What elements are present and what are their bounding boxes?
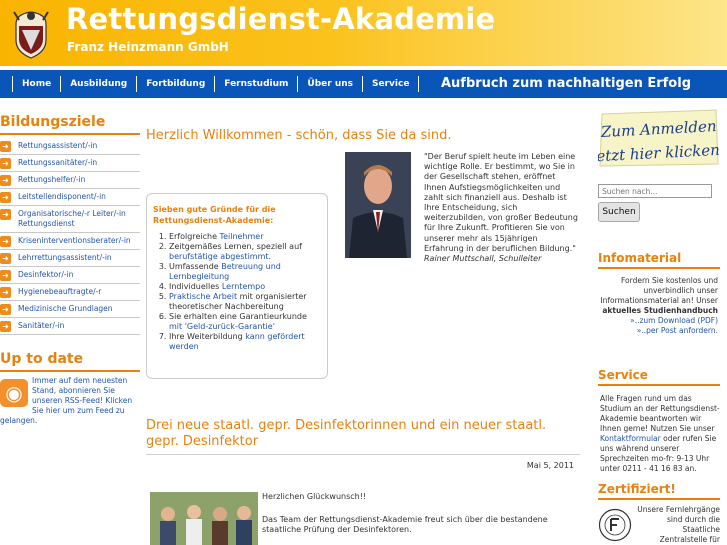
news-title[interactable]: Drei neue staatl. gepr. Desinfektorinnen…: [146, 418, 580, 455]
arrow-right-icon: ➜: [0, 141, 11, 152]
list-item[interactable]: ➜ Leitstellendisponent/-in: [0, 189, 140, 206]
nav-item-ausbildung[interactable]: Ausbildung: [60, 76, 136, 92]
info-bold: aktuelles Studienhandbuch: [602, 306, 718, 315]
cert-heading: Zertifiziert!: [598, 482, 720, 500]
list-item-label[interactable]: Kriseninterventionsberater/-in: [18, 236, 131, 245]
list-item[interactable]: ➜ Rettungsassistent/-in: [0, 138, 140, 155]
list-item-label[interactable]: Lehrrettungsassistent/-in: [18, 253, 112, 262]
left-sidebar: Bildungsziele ➜ Rettungsassistent/-in ➜ Re…: [0, 112, 140, 426]
list-item[interactable]: ➜ Organisatorische/-r Leiter/-in Rettungs…: [0, 206, 140, 233]
arrow-right-icon: ➜: [0, 287, 11, 298]
education-heading: Bildungsziele: [0, 112, 140, 135]
contact-form-link[interactable]: Kontaktformular: [600, 434, 661, 443]
list-item[interactable]: ➜ Desinfektor/-in: [0, 267, 140, 284]
list-item[interactable]: ➜ Sanitäter/-in: [0, 318, 140, 335]
nav-item-fernstudium[interactable]: Fernstudium: [214, 76, 297, 92]
site-subtitle: Franz Heinzmann GmbH: [67, 40, 229, 54]
education-list: ➜ Rettungsassistent/-in ➜ Rettungssanitäte…: [0, 138, 140, 335]
nav-item-service[interactable]: Service: [362, 76, 420, 92]
arrow-right-icon: ➜: [0, 236, 11, 247]
cert-block: Unsere Fernlehrgänge sind durch die Staa…: [598, 505, 720, 545]
service-text: Alle Fragen rund um das Studium an der R…: [600, 394, 720, 473]
list-item-label[interactable]: Medizinische Grundlagen: [18, 304, 113, 313]
quote-text: "Der Beruf spielt heute im Leben eine wi…: [424, 152, 578, 253]
post-request-link[interactable]: »..per Post anfordern.: [637, 326, 718, 335]
list-item: Zeitgemäßes Lernen, speziell auf berufst…: [169, 242, 321, 262]
rss-box: ◉ Immer auf dem neuesten Stand, abonnier…: [0, 376, 140, 426]
list-item[interactable]: ➜ Rettungshelfer/-in: [0, 172, 140, 189]
arrow-right-icon: ➜: [0, 209, 11, 220]
list-item-label[interactable]: Rettungssanitäter/-in: [18, 158, 97, 167]
search-input[interactable]: [598, 184, 712, 198]
news-paragraph: Herzlichen Glückwunsch!!: [262, 492, 367, 501]
news-photo: [150, 492, 258, 545]
arrow-right-icon: ➜: [0, 253, 11, 264]
list-item: Sie erhalten eine Garantieurkunde mit 'G…: [169, 312, 321, 332]
list-item-label[interactable]: Rettungshelfer/-in: [18, 175, 85, 184]
list-item: Ihre Weiterbildung kann gefördert werden: [169, 332, 321, 352]
site-title[interactable]: Rettungsdienst-Akademie: [66, 2, 495, 36]
list-item-label[interactable]: Rettungsassistent/-in: [18, 141, 97, 150]
page-title: Herzlich Willkommen - schön, dass Sie da…: [146, 128, 452, 143]
arrow-right-icon: ➜: [0, 192, 11, 203]
news-paragraph: Das Team der Rettungsdienst-Akademie fre…: [262, 515, 548, 534]
arrow-right-icon: ➜: [0, 304, 11, 315]
reasons-box: Sieben gute Gründe für die Rettungsdiens…: [146, 193, 328, 379]
coat-of-arms-icon[interactable]: [10, 6, 52, 60]
news-date: Mai 5, 2011: [526, 461, 574, 470]
certification-seal-icon: [598, 508, 632, 542]
arrow-right-icon: ➜: [0, 270, 11, 281]
arrow-right-icon: ➜: [0, 158, 11, 169]
list-item[interactable]: ➜ Lehrrettungsassistent/-in: [0, 250, 140, 267]
list-item-label[interactable]: Organisatorische/-r Leiter/-in Rettungsd…: [18, 209, 126, 228]
list-item: Praktische Arbeit mit organisierter theo…: [169, 292, 321, 312]
arrow-right-icon: ➜: [0, 175, 11, 186]
quote-author: Rainer Muttschall, Schulleiter: [424, 254, 542, 264]
nav-item-home[interactable]: Home: [12, 76, 60, 92]
service-heading: Service: [598, 368, 720, 386]
nav-slogan: Aufbruch zum nachhaltigen Erfolg: [440, 76, 691, 91]
download-link[interactable]: »..zum Download (PDF): [630, 316, 718, 325]
search-button[interactable]: Suchen: [598, 202, 640, 222]
list-item-label[interactable]: Leitstellendisponent/-in: [18, 192, 106, 201]
info-heading: Infomaterial: [598, 251, 720, 269]
list-item: Individuelles Lerntempo: [169, 282, 321, 292]
nav-item-ueber-uns[interactable]: Über uns: [297, 76, 362, 92]
portrait-photo: [345, 152, 411, 258]
rss-icon[interactable]: ◉: [0, 379, 28, 407]
signup-banner[interactable]: Zum Anmelden jetzt hier klicken!: [598, 108, 720, 168]
info-text: Fordern Sie kostenlos und unverbindlich …: [600, 276, 718, 335]
list-item-label[interactable]: Hygienebeauftragte/-r: [18, 287, 101, 296]
list-item[interactable]: ➜ Rettungssanitäter/-in: [0, 155, 140, 172]
list-item[interactable]: ➜ Medizinische Grundlagen: [0, 301, 140, 318]
list-item: Erfolgreiche Teilnehmer: [169, 232, 321, 242]
reasons-list: Erfolgreiche Teilnehmer Zeitgemäßes Lern…: [153, 232, 321, 352]
nav-item-fortbildung[interactable]: Fortbildung: [136, 76, 214, 92]
arrow-right-icon: ➜: [0, 321, 11, 332]
list-item-label[interactable]: Desinfektor/-in: [18, 270, 73, 279]
reasons-heading: Sieben gute Gründe für die Rettungsdiens…: [153, 205, 276, 225]
uptodate-heading: Up to date: [0, 349, 140, 372]
list-item[interactable]: ➜ Hygienebeauftragte/-r: [0, 284, 140, 301]
list-item-label[interactable]: Sanitäter/-in: [18, 321, 64, 330]
list-item[interactable]: ➜ Kriseninterventionsberater/-in: [0, 233, 140, 250]
site-header: Rettungsdienst-Akademie Franz Heinzmann …: [0, 0, 727, 66]
list-item: Umfassende Betreuung und Lernbegleitung: [169, 262, 321, 282]
